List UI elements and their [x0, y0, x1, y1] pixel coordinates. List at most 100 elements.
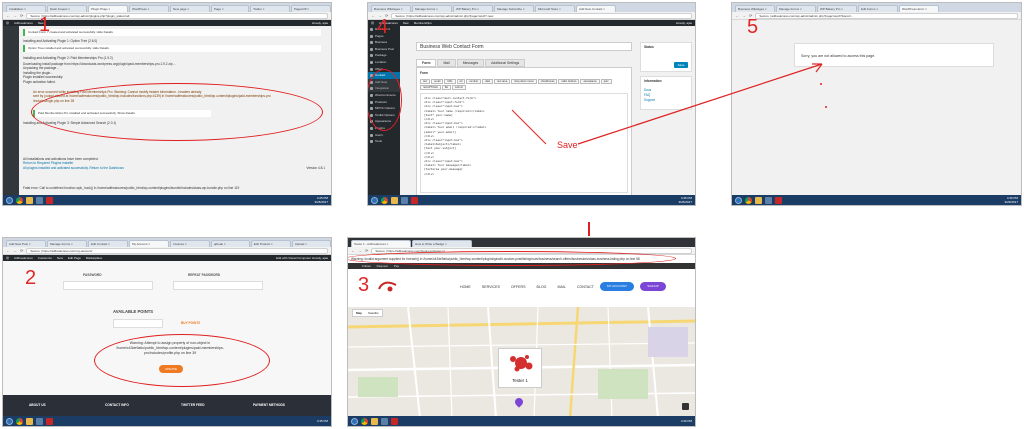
tag-button[interactable]: quiz: [600, 79, 612, 84]
nav-services[interactable]: SERVICES: [482, 285, 500, 289]
browser-tab[interactable]: WordPress ×: [129, 5, 169, 12]
browser-tab[interactable]: Manage Subscribe ×: [494, 5, 534, 12]
url-field[interactable]: Secure | https://adfreakcores.com/wp-adm…: [391, 12, 692, 19]
browser-tab[interactable]: ajfreak ×: [211, 240, 250, 247]
browser-tab[interactable]: Business Wiki/ages ×: [735, 5, 775, 12]
dashboard-link[interactable]: All plugins installed and activated succ…: [23, 166, 124, 170]
start-icon[interactable]: [371, 196, 378, 204]
tab-form[interactable]: Form: [416, 59, 437, 67]
browser-tab[interactable]: Edit Product ×: [250, 240, 291, 247]
nav-offers[interactable]: OFFERS: [511, 285, 526, 289]
start-icon[interactable]: [6, 417, 13, 425]
tag-button[interactable]: radio buttons: [558, 79, 580, 84]
browser-tab[interactable]: Upload ×: [291, 240, 331, 247]
url-field[interactable]: Secure | adfreakcores.com/wp-admin/admin…: [755, 12, 1018, 19]
back-icon[interactable]: ←: [351, 248, 355, 253]
tag-button[interactable]: email: [431, 79, 444, 84]
browser-tab[interactable]: Manage Forms ×: [776, 5, 816, 12]
menu-item[interactable]: Package: [368, 52, 400, 59]
chrome-icon[interactable]: [16, 417, 23, 425]
app-icon[interactable]: [391, 417, 398, 425]
chrome-icon[interactable]: [16, 196, 23, 204]
menu-item[interactable]: Business: [368, 39, 400, 46]
tab-additional-settings[interactable]: Additional Settings: [485, 59, 526, 67]
tag-button[interactable]: submit: [452, 85, 466, 90]
app-icon[interactable]: [411, 196, 418, 204]
back-icon[interactable]: ←: [371, 13, 375, 18]
browser-tab[interactable]: My Account ×: [129, 240, 169, 247]
browser-tab[interactable]: Edit Forms ×: [858, 5, 898, 12]
back-icon[interactable]: ←: [735, 13, 739, 18]
folder-icon[interactable]: [26, 196, 33, 204]
browser-tab[interactable]: Installation ×: [6, 5, 46, 12]
tag-button[interactable]: reCAPTCHA: [420, 85, 441, 90]
tag-button[interactable]: file: [441, 85, 452, 90]
app-icon[interactable]: [401, 196, 408, 204]
start-icon[interactable]: [735, 196, 742, 204]
browser-tab[interactable]: Business Wiki/ages ×: [371, 5, 411, 12]
nav-blog[interactable]: BLOG: [536, 285, 546, 289]
signup-button[interactable]: SIGNUP: [640, 282, 666, 291]
tag-button[interactable]: number: [466, 79, 482, 84]
browser-tab[interactable]: Add New Post ×: [6, 240, 46, 247]
form-code-editor[interactable]: <div class="mail-contact-form"> <div cla…: [420, 93, 628, 193]
tag-button[interactable]: checkboxes: [537, 79, 558, 84]
url-field[interactable]: Secure | https://adfreakcores.com/wp-adm…: [26, 12, 328, 19]
back-icon[interactable]: ←: [6, 248, 10, 253]
browser-tab[interactable]: New page ×: [170, 5, 210, 12]
reload-icon[interactable]: ⟳: [365, 248, 368, 253]
faq-link[interactable]: FAQ: [644, 93, 650, 97]
browser-tab[interactable]: WP Bakery Pro ×: [817, 5, 857, 12]
menu-item[interactable]: Business Post: [368, 46, 400, 53]
app-icon[interactable]: [36, 196, 43, 204]
browser-tab[interactable]: Dash Inspect ×: [47, 5, 87, 12]
start-icon[interactable]: [6, 196, 13, 204]
tab-mail[interactable]: Mail: [437, 59, 456, 67]
forward-icon[interactable]: →: [13, 248, 17, 253]
forward-icon[interactable]: →: [13, 13, 17, 18]
browser-tab[interactable]: WP Bakery Pro ×: [453, 5, 493, 12]
app-icon[interactable]: [775, 196, 782, 204]
chrome-icon[interactable]: [361, 417, 368, 425]
chrome-icon[interactable]: [745, 196, 752, 204]
browser-tab[interactable]: Twitter ×: [250, 5, 291, 12]
browser-tab[interactable]: Edit Contact ×: [88, 240, 128, 247]
browser-tab[interactable]: PagesOff ×: [291, 5, 331, 12]
nav-contact[interactable]: CONTACT: [577, 285, 594, 289]
app-icon[interactable]: [46, 196, 53, 204]
password-input[interactable]: [63, 281, 153, 290]
chrome-icon[interactable]: [381, 196, 388, 204]
my-account-button[interactable]: MY ACCOUNT: [600, 282, 634, 291]
tag-button[interactable]: tel: [456, 79, 466, 84]
nav-home[interactable]: HOME: [460, 285, 471, 289]
listing-card[interactable]: Tester 1: [498, 348, 542, 388]
start-icon[interactable]: [351, 417, 358, 425]
reload-icon[interactable]: ⟳: [20, 248, 23, 253]
forward-icon[interactable]: →: [742, 13, 746, 18]
browser-tab[interactable]: Page ×: [211, 5, 250, 12]
browser-tab[interactable]: Tester 1 - AdFreakcores ×: [351, 240, 411, 247]
browser-tab[interactable]: WordPress Error ×: [899, 5, 939, 12]
menu-item[interactable]: Tools: [368, 138, 400, 145]
tab-messages[interactable]: Messages: [456, 59, 485, 67]
browser-tab[interactable]: Manage Forms ×: [47, 240, 87, 247]
tag-button[interactable]: text: [420, 79, 431, 84]
tag-button[interactable]: text area: [494, 79, 511, 84]
browser-tab[interactable]: Add New Contact ×: [576, 5, 616, 12]
save-button[interactable]: Save: [674, 62, 688, 68]
back-icon[interactable]: ←: [6, 13, 10, 18]
browser-tab[interactable]: How to Write a Badge ×: [412, 240, 472, 247]
app-icon[interactable]: [381, 417, 388, 425]
browser-tab[interactable]: Microsoft Store ×: [535, 5, 575, 12]
app-icon[interactable]: [765, 196, 772, 204]
browser-tab[interactable]: Manage Forms ×: [412, 5, 452, 12]
browser-tab[interactable]: Invoices ×: [170, 240, 210, 247]
docs-link[interactable]: Docs: [644, 88, 651, 92]
form-title-input[interactable]: Business Web Contact Form: [416, 42, 632, 51]
map-tab-map[interactable]: Map: [353, 310, 365, 316]
app-icon[interactable]: [36, 417, 43, 425]
buy-points-button[interactable]: BUY POINTS: [181, 321, 200, 325]
map-tab-satellite[interactable]: Satellite: [365, 310, 382, 316]
tag-button[interactable]: acceptance: [580, 79, 600, 84]
forward-icon[interactable]: →: [358, 248, 362, 253]
